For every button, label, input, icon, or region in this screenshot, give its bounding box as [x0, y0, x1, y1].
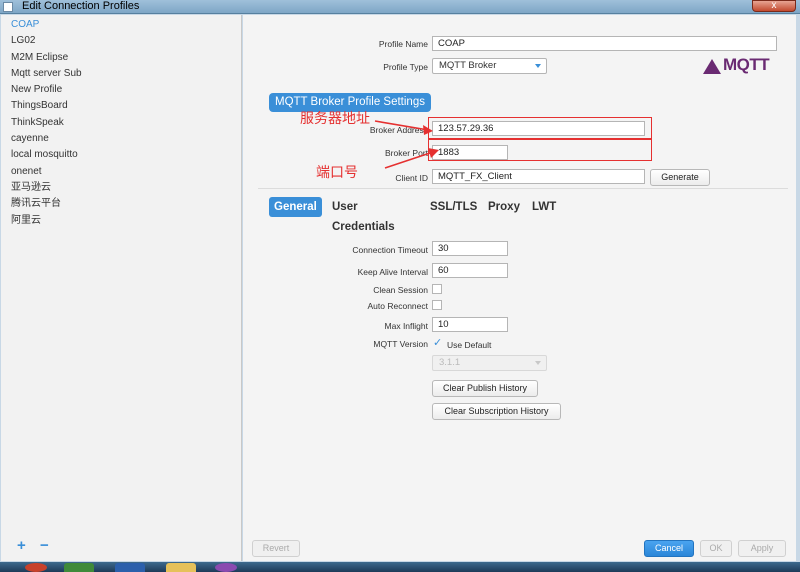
profile-item-mqtt-server-sub[interactable]: Mqtt server Sub [1, 66, 241, 82]
ok-button[interactable]: OK [700, 540, 732, 557]
profile-type-value: MQTT Broker [439, 60, 497, 71]
window-title-bar: Edit Connection Profiles x [0, 0, 800, 14]
port-highlight-box [428, 139, 652, 161]
server-address-annotation: 服务器地址 [300, 111, 370, 127]
window-close-button[interactable]: x [752, 0, 796, 12]
connection-timeout-input[interactable]: 30 [432, 241, 508, 256]
mqtt-logo-mark-icon [703, 59, 721, 74]
use-default-label: Use Default [447, 340, 492, 350]
profile-item-onenet[interactable]: onenet [1, 164, 241, 180]
generate-button[interactable]: Generate [650, 169, 710, 186]
profile-item-tencent[interactable]: 腾讯云平台 [1, 196, 241, 212]
tab-lwt[interactable]: LWT [532, 197, 556, 217]
window-title: Edit Connection Profiles [22, 0, 140, 12]
address-highlight-box [428, 117, 652, 139]
taskbar-excel-icon[interactable] [64, 563, 94, 572]
profile-name-label: Profile Name [378, 39, 428, 49]
max-inflight-label: Max Inflight [384, 321, 428, 331]
profile-item-thingsboard[interactable]: ThingsBoard [1, 98, 241, 114]
os-taskbar [0, 562, 800, 572]
tab-general[interactable]: General [269, 197, 322, 217]
chevron-down-icon [535, 64, 541, 68]
profile-item-lg02[interactable]: LG02 [1, 33, 241, 49]
client-id-input[interactable]: MQTT_FX_Client [432, 169, 645, 184]
mqtt-version-value: 3.1.1 [439, 357, 461, 368]
mqtt-version-select: 3.1.1 [432, 355, 547, 371]
clear-subscription-history-button[interactable]: Clear Subscription History [432, 403, 561, 420]
auto-reconnect-label: Auto Reconnect [367, 301, 428, 311]
profile-item-local-mosquitto[interactable]: local mosquitto [1, 147, 241, 163]
taskbar-app2-icon[interactable] [215, 563, 237, 572]
profile-item-m2m-eclipse[interactable]: M2M Eclipse [1, 50, 241, 66]
mqtt-logo-text: MQTT [723, 55, 770, 74]
mqtt-logo: MQTT [703, 55, 781, 79]
revert-button[interactable]: Revert [252, 540, 300, 557]
profile-type-select[interactable]: MQTT Broker [432, 58, 547, 74]
profile-item-coap[interactable]: COAP [1, 17, 241, 33]
taskbar-app-icon[interactable] [25, 563, 47, 572]
profile-type-label: Profile Type [383, 62, 428, 72]
keep-alive-label: Keep Alive Interval [357, 267, 428, 277]
profile-sidebar: COAP LG02 M2M Eclipse Mqtt server Sub Ne… [1, 15, 242, 561]
auto-reconnect-checkbox[interactable] [432, 300, 442, 310]
connection-timeout-label: Connection Timeout [352, 245, 428, 255]
profile-name-input[interactable]: COAP [432, 36, 777, 51]
use-default-check-icon[interactable]: ✓ [433, 338, 442, 349]
port-annotation: 端口号 [316, 165, 358, 181]
profile-item-cayenne[interactable]: cayenne [1, 131, 241, 147]
app-icon [3, 2, 13, 12]
add-profile-button[interactable]: + [17, 538, 26, 553]
clear-publish-history-button[interactable]: Clear Publish History [432, 380, 538, 397]
max-inflight-input[interactable]: 10 [432, 317, 508, 332]
profile-item-new-profile[interactable]: New Profile [1, 82, 241, 98]
tab-user-credentials[interactable]: User Credentials [332, 197, 395, 233]
profile-item-aws[interactable]: 亚马逊云 [1, 180, 241, 196]
section-divider [258, 188, 788, 189]
cancel-button[interactable]: Cancel [644, 540, 694, 557]
profile-list: COAP LG02 M2M Eclipse Mqtt server Sub Ne… [1, 15, 241, 229]
tab-ssl-tls[interactable]: SSL/TLS [430, 197, 477, 217]
profile-item-thinkspeak[interactable]: ThinkSpeak [1, 115, 241, 131]
tab-proxy[interactable]: Proxy [488, 197, 520, 217]
chevron-down-icon [535, 361, 541, 365]
keep-alive-input[interactable]: 60 [432, 263, 508, 278]
taskbar-word-icon[interactable] [115, 563, 145, 572]
taskbar-folder-icon[interactable] [166, 563, 196, 572]
dialog-frame: COAP LG02 M2M Eclipse Mqtt server Sub Ne… [0, 14, 800, 562]
remove-profile-button[interactable]: − [40, 538, 49, 553]
annotation-arrows-icon [374, 120, 439, 169]
clean-session-checkbox[interactable] [432, 284, 442, 294]
profile-item-aliyun[interactable]: 阿里云 [1, 213, 241, 229]
clean-session-label: Clean Session [373, 285, 428, 295]
mqtt-version-label: MQTT Version [373, 339, 428, 349]
apply-button[interactable]: Apply [738, 540, 786, 557]
profile-editor-panel: Profile Name COAP Profile Type MQTT Brok… [243, 15, 796, 561]
